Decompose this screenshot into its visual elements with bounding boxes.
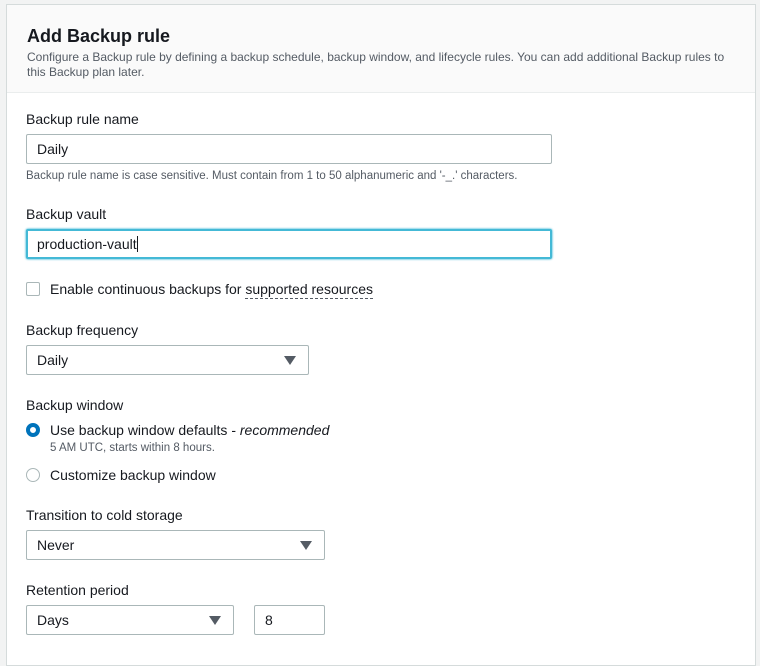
window-default-hint: 5 AM UTC, starts within 8 hours. bbox=[50, 442, 215, 454]
continuous-backups-text: Enable continuous backups for bbox=[50, 281, 246, 297]
window-custom-radio[interactable] bbox=[26, 468, 40, 482]
window-custom-label[interactable]: Customize backup window bbox=[50, 467, 216, 483]
window-default-radio[interactable] bbox=[26, 423, 40, 437]
cold-storage-select-value: Never bbox=[37, 537, 75, 553]
frequency-label: Backup frequency bbox=[26, 322, 139, 338]
vault-label: Backup vault bbox=[26, 206, 107, 222]
rule-name-hint: Backup rule name is case sensitive. Must… bbox=[26, 170, 518, 182]
retention-label: Retention period bbox=[26, 582, 129, 598]
continuous-backups-checkbox[interactable] bbox=[26, 282, 40, 296]
window-label: Backup window bbox=[26, 397, 124, 413]
window-default-label: Use backup window defaults - bbox=[50, 422, 240, 438]
dropdown-arrow-icon bbox=[284, 356, 296, 365]
frequency-select-value: Daily bbox=[37, 352, 69, 368]
supported-resources-link[interactable]: supported resources bbox=[245, 281, 373, 299]
panel-title: Add Backup rule bbox=[27, 26, 171, 46]
recommended-label: recommended bbox=[239, 422, 330, 438]
window-default-option[interactable]: Use backup window defaults - recommended bbox=[50, 422, 329, 438]
retention-value-input[interactable]: 8 bbox=[254, 605, 325, 635]
dropdown-arrow-icon bbox=[209, 616, 221, 625]
frequency-select[interactable]: Daily bbox=[26, 345, 309, 375]
dropdown-arrow-icon bbox=[300, 541, 312, 550]
vault-input-value: production-vault bbox=[37, 236, 137, 252]
continuous-backups-label: Enable continuous backups for supported … bbox=[50, 281, 373, 299]
text-cursor bbox=[136, 236, 138, 252]
vault-input[interactable]: production-vault bbox=[26, 229, 552, 259]
cold-storage-label: Transition to cold storage bbox=[26, 507, 183, 523]
panel-header: Add Backup rule Configure a Backup rule … bbox=[7, 5, 755, 93]
retention-unit-select[interactable]: Days bbox=[26, 605, 234, 635]
panel-description: Configure a Backup rule by defining a ba… bbox=[27, 50, 725, 79]
rule-name-input[interactable]: Daily bbox=[26, 134, 552, 164]
cold-storage-select[interactable]: Never bbox=[26, 530, 325, 560]
retention-unit-value: Days bbox=[37, 612, 69, 628]
rule-name-label: Backup rule name bbox=[26, 111, 139, 127]
